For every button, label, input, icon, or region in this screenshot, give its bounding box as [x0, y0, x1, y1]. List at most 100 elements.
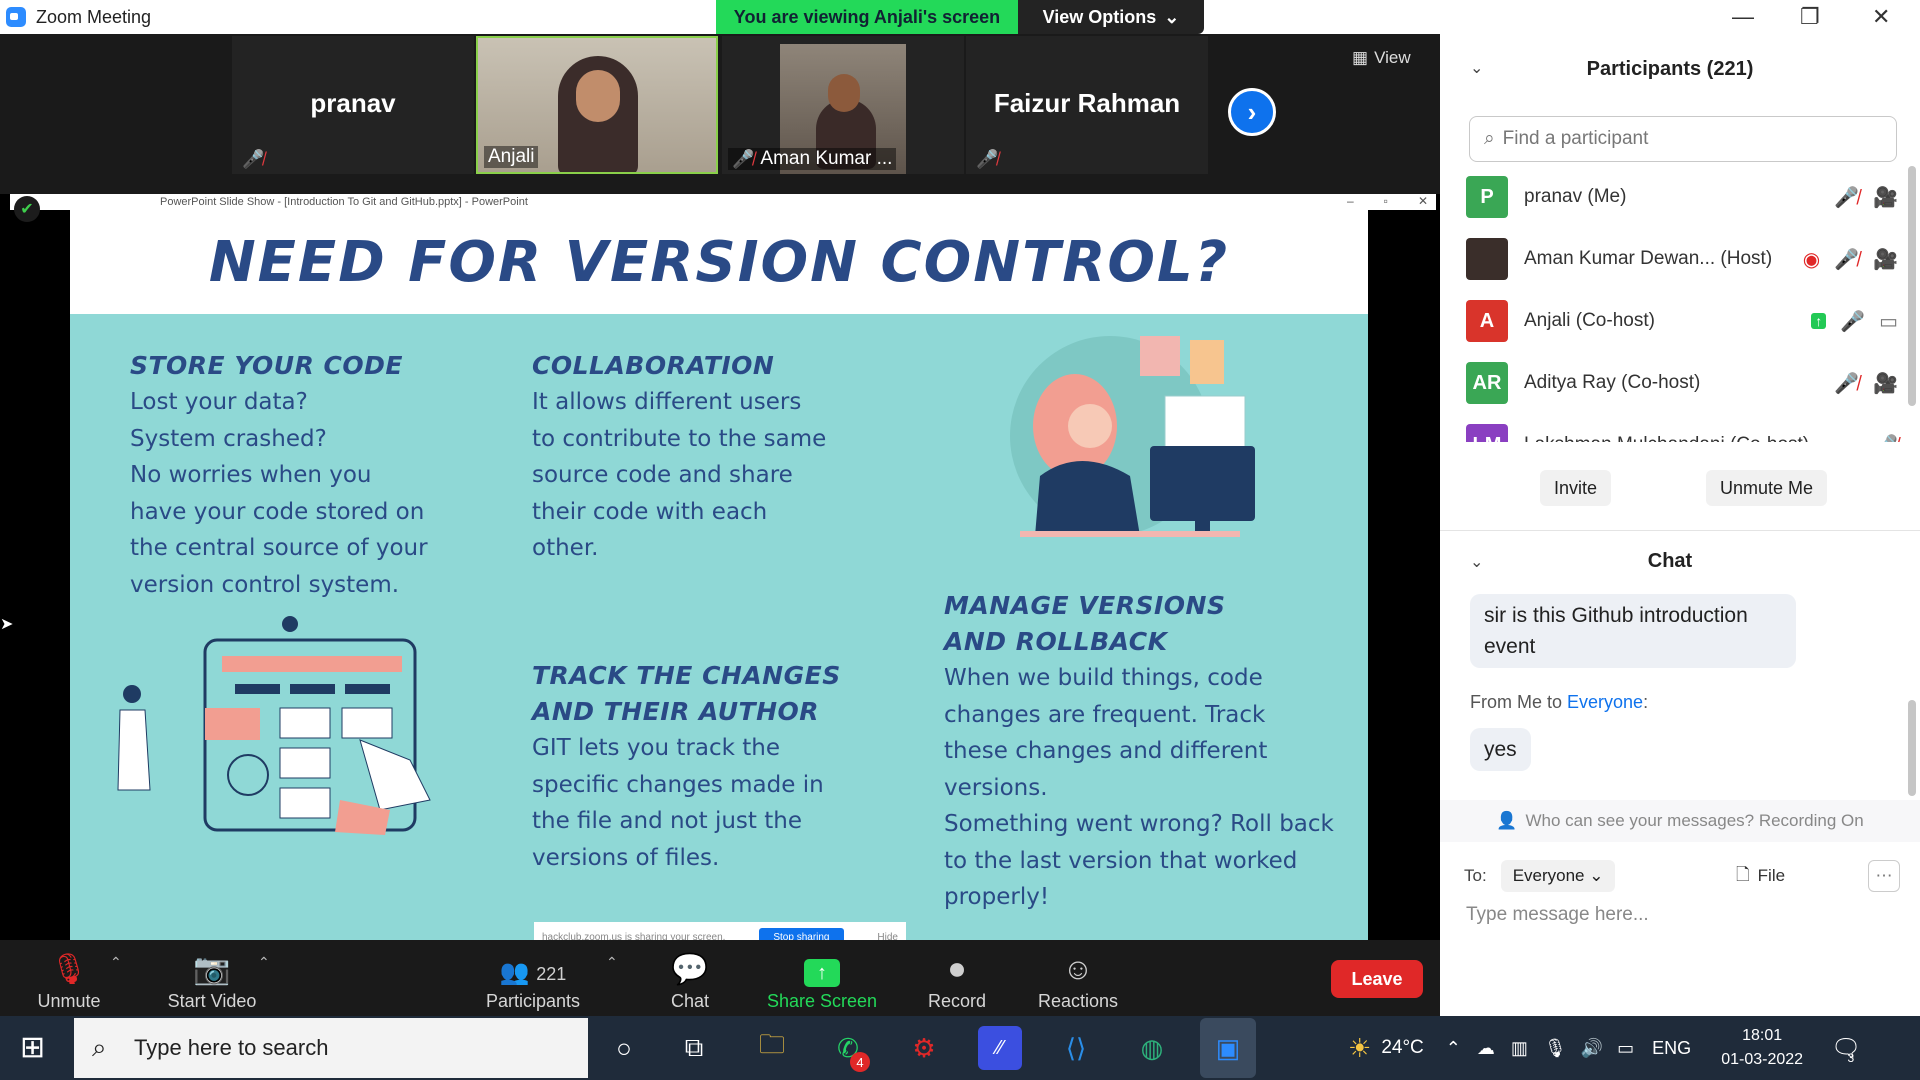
participant-search-input[interactable]: ⌕ Find a participant — [1469, 116, 1897, 162]
participant-row[interactable]: P pranav (Me) 🎤̸ 🎥 — [1466, 172, 1898, 222]
next-page-button[interactable]: › — [1228, 88, 1276, 136]
message-visibility-notice[interactable]: 👤 Who can see your messages? Recording O… — [1440, 800, 1920, 842]
record-button[interactable]: ⏺ Record — [912, 940, 1002, 1016]
video-tile-anjali[interactable]: Anjali — [476, 36, 718, 174]
weather-icon[interactable]: ☀ — [1348, 1033, 1371, 1064]
view-options-button[interactable]: View Options ⌄ — [1018, 0, 1204, 34]
zoom-taskbar-icon[interactable]: ▣ — [1200, 1018, 1256, 1078]
notification-count: 3 — [1847, 1051, 1855, 1065]
participant-row[interactable]: Aman Kumar Dewan... (Host) ◉ 🎤̸ 🎥 — [1466, 234, 1898, 284]
view-label: View — [1374, 48, 1411, 67]
meet-now-icon[interactable]: ▥ — [1511, 1038, 1528, 1059]
audio-options-caret[interactable]: ⌃ — [110, 954, 122, 971]
unmute-button[interactable]: 🎙 Unmute — [24, 940, 114, 1016]
task-view-icon[interactable]: ⧉ — [672, 1026, 716, 1070]
clock[interactable]: 18:01 01-03-2022 — [1721, 1024, 1803, 1072]
recipient-value: Everyone — [1512, 866, 1585, 885]
video-tile-pranav[interactable]: pranav 🎤̸ — [232, 36, 474, 174]
editor-app-icon[interactable]: ⁄⁄ — [978, 1026, 1022, 1070]
from-target[interactable]: Everyone — [1567, 692, 1643, 712]
chat-button[interactable]: 💬 Chat — [650, 940, 730, 1016]
powerpoint-window-title: PowerPoint Slide Show - [Introduction To… — [160, 196, 528, 208]
mic-muted-icon: 🎤̸ — [1873, 433, 1898, 443]
avatar — [1466, 238, 1508, 280]
system-tray: ☀ 24°C ⌃ ☁ ▥ 🎙 🔊 ▭ ENG 18:01 01-03-2022 … — [1348, 1016, 1868, 1080]
reactions-button[interactable]: ☺ Reactions — [1030, 940, 1126, 1016]
vscode-icon[interactable]: ⟨⟩ — [1054, 1026, 1098, 1070]
participant-row[interactable]: LM Lakshman Mulchandani (Co-host) 🎤̸ — [1466, 420, 1898, 442]
video-off-icon: 🎥 — [1873, 186, 1898, 209]
hide-notice-button[interactable]: Hide — [877, 932, 898, 941]
minimize-icon[interactable]: — — [1732, 4, 1754, 30]
participants-button[interactable]: 👥 221 Participants — [478, 940, 588, 1016]
participant-row[interactable]: A Anjali (Co-host) ↑ 🎤 ▭ — [1466, 296, 1898, 346]
recording-icon: ◉ — [1802, 248, 1821, 271]
side-panel: — ❐ ✕ ⌄ Participants (221) ⌕ Find a part… — [1440, 0, 1920, 1016]
chat-message-input[interactable]: Type message here... — [1466, 904, 1649, 926]
microphone-tray-icon[interactable]: 🎙 — [1544, 1038, 1567, 1059]
more-options-icon[interactable]: ⋯ — [1868, 860, 1900, 892]
presentation-slide: NEED FOR VERSION CONTROL? STORE YOUR COD… — [70, 210, 1368, 940]
shared-screen: PowerPoint Slide Show - [Introduction To… — [0, 194, 1440, 940]
avatar: AR — [1466, 362, 1508, 404]
video-off-icon: 🎥 — [1873, 372, 1898, 395]
chevron-up-icon[interactable]: ⌃ — [1446, 1038, 1461, 1059]
clock-time: 18:01 — [1742, 1027, 1783, 1044]
cortana-icon[interactable]: ○ — [602, 1026, 646, 1070]
taskbar-search-box[interactable]: ⌕ Type here to search — [74, 1018, 588, 1078]
participant-name: pranav (Me) — [1524, 186, 1627, 207]
section-heading-track: TRACK THE CHANGES AND THEIR AUTHOR — [532, 661, 841, 726]
view-layout-button[interactable]: ▦ View — [1352, 48, 1411, 68]
recipient-dropdown[interactable]: Everyone ⌄ — [1500, 860, 1616, 892]
zoom-app-icon — [6, 7, 26, 27]
visibility-notice-text: Who can see your messages? Recording On — [1525, 811, 1864, 830]
section-heading-store: STORE YOUR CODE — [130, 351, 403, 380]
mic-muted-icon: 🎤̸ — [976, 149, 999, 169]
chat-panel-title: Chat — [1647, 550, 1693, 572]
chat-scrollbar[interactable] — [1908, 700, 1916, 796]
section-body-manage: When we build things, code changes are f… — [944, 665, 1334, 910]
slide-header: NEED FOR VERSION CONTROL? — [70, 210, 1368, 314]
video-tile-aman[interactable]: 🎤̸ Aman Kumar ... — [722, 36, 964, 174]
screen-share-notice: hackclub.zoom.us is sharing your screen.… — [534, 922, 906, 940]
video-options-caret[interactable]: ⌃ — [258, 954, 270, 971]
onedrive-icon[interactable]: ☁ — [1477, 1038, 1495, 1059]
unmute-me-button[interactable]: Unmute Me — [1706, 470, 1828, 506]
tile-label: 🎤̸ Aman Kumar ... — [728, 148, 897, 170]
slide-title: NEED FOR VERSION CONTROL? — [208, 229, 1230, 295]
video-off-icon: 🎥 — [1873, 248, 1898, 271]
battery-icon[interactable]: ▭ — [1617, 1038, 1634, 1059]
windows-start-icon[interactable]: ⊞ — [20, 1030, 45, 1065]
participant-name: pranav — [310, 88, 396, 118]
close-icon[interactable]: ✕ — [1872, 4, 1890, 30]
file-explorer-icon[interactable]: 🗀 — [750, 1026, 794, 1070]
edge-browser-icon[interactable]: ◍ — [1130, 1026, 1174, 1070]
notification-center-icon[interactable]: 🗨 — [1831, 1034, 1861, 1063]
participant-row[interactable]: AR Aditya Ray (Co-host) 🎤̸ 🎥 — [1466, 358, 1898, 408]
volume-icon[interactable]: 🔊 — [1581, 1038, 1603, 1059]
mic-muted-icon: 🎤̸ — [732, 148, 755, 169]
participant-name: Anjali (Co-host) — [1524, 310, 1655, 331]
participant-list-clip: LM Lakshman Mulchandani (Co-host) 🎤̸ — [1440, 420, 1910, 442]
video-tile-faizur[interactable]: Faizur Rahman 🎤̸ — [966, 36, 1208, 174]
security-shield-icon[interactable]: ✔ — [14, 196, 40, 222]
to-label: To: — [1464, 866, 1487, 885]
start-video-button[interactable]: 📷 Start Video — [152, 940, 272, 1016]
mic-muted-icon: 🎤̸ — [1834, 186, 1860, 209]
share-screen-button[interactable]: ↑ Share Screen — [762, 940, 882, 1016]
invite-button[interactable]: Invite — [1540, 470, 1612, 506]
participants-scrollbar[interactable] — [1908, 166, 1916, 406]
participant-name: Aman Kumar Dewan... (Host) — [1524, 248, 1803, 270]
participants-options-caret[interactable]: ⌃ — [606, 954, 618, 971]
section-heading-manage: MANAGE VERSIONS AND ROLLBACK — [944, 591, 1226, 656]
tile-label: 🎤̸ — [238, 149, 268, 170]
stop-sharing-button[interactable]: Stop sharing — [759, 927, 844, 940]
powerpoint-title-bar: PowerPoint Slide Show - [Introduction To… — [10, 194, 1436, 210]
gear-app-icon[interactable]: ⚙ — [902, 1026, 946, 1070]
language-indicator[interactable]: ENG — [1652, 1038, 1691, 1059]
leave-button[interactable]: Leave — [1331, 960, 1423, 998]
restore-icon[interactable]: ❐ — [1800, 4, 1820, 30]
record-icon: ⏺ — [949, 953, 965, 986]
participant-name: Aditya Ray (Co-host) — [1524, 372, 1701, 393]
file-button[interactable]: 🗋 File — [1736, 862, 1785, 891]
